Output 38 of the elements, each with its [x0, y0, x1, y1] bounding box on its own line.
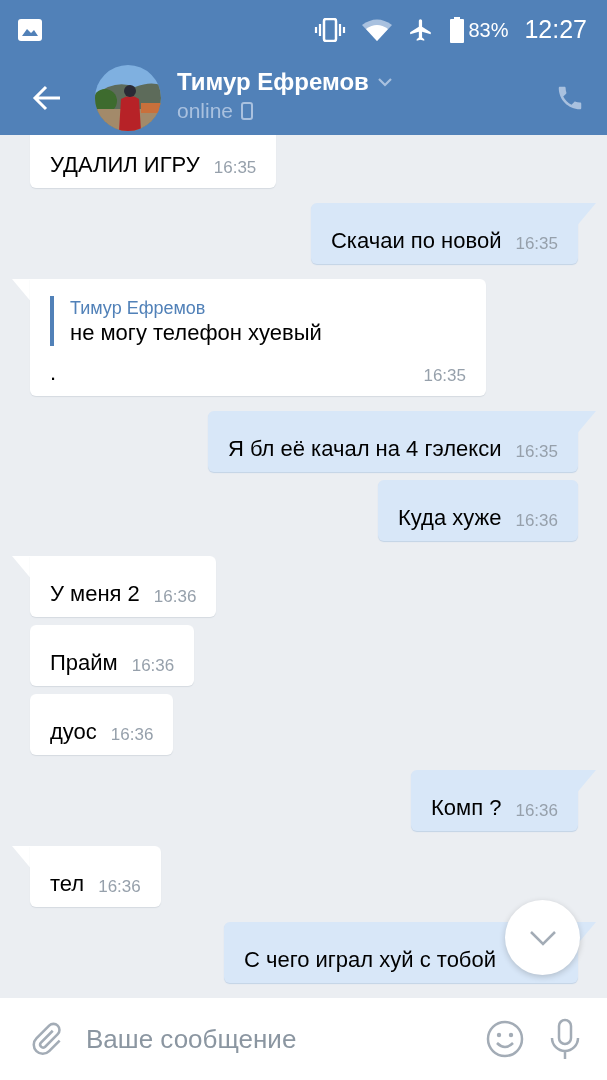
contact-name[interactable]: Тимур Ефремов: [177, 68, 369, 95]
battery-percent: 83%: [468, 18, 509, 43]
message-text: С чего играл хуй с тобой: [243, 947, 496, 973]
wifi-icon: [362, 19, 393, 41]
message-time: 16:36: [110, 725, 154, 745]
phone-device-icon: [241, 101, 254, 120]
quoted-author: Тимур Ефремов: [70, 297, 207, 320]
online-status: online: [177, 97, 234, 124]
message-text: дуос: [50, 719, 97, 745]
message-text: У меня 2: [50, 581, 140, 607]
battery-icon: [450, 17, 465, 43]
message-text: тел: [50, 871, 85, 897]
clock: 12:27: [524, 14, 587, 46]
chevron-down-icon: [528, 929, 557, 946]
message-time: 16:36: [153, 587, 197, 607]
message-text: Комп ?: [431, 795, 502, 821]
message-time: 16:36: [131, 656, 175, 676]
message-text: Куда хуже: [398, 505, 502, 531]
message-text: Я бл её качал на 4 гэлекси: [227, 436, 502, 462]
microphone-button[interactable]: [549, 1018, 581, 1060]
message-time: 16:35: [423, 366, 466, 386]
gallery-icon: [18, 19, 42, 41]
emoji-button[interactable]: [485, 1019, 525, 1059]
message-input-bar[interactable]: Ваше сообщение: [0, 998, 607, 1080]
quoted-text: не могу телефон хуевый: [70, 320, 323, 346]
message-text: УДАЛИЛ ИГРУ: [50, 152, 200, 178]
message-text: Скачаи по новой: [331, 228, 502, 254]
message-time: 16:36: [515, 511, 558, 531]
message-time: 16:36: [98, 877, 141, 897]
message-time: 16:35: [213, 158, 257, 178]
message-time: 16:36: [515, 801, 558, 821]
message-time: 16:35: [515, 442, 558, 462]
message-text: .: [50, 360, 57, 386]
chevron-down-icon[interactable]: [376, 76, 393, 87]
message-text: Прайм: [50, 650, 118, 676]
vibrate-icon: [314, 18, 347, 42]
message-time: 16:35: [515, 234, 558, 254]
back-button[interactable]: [32, 84, 62, 111]
